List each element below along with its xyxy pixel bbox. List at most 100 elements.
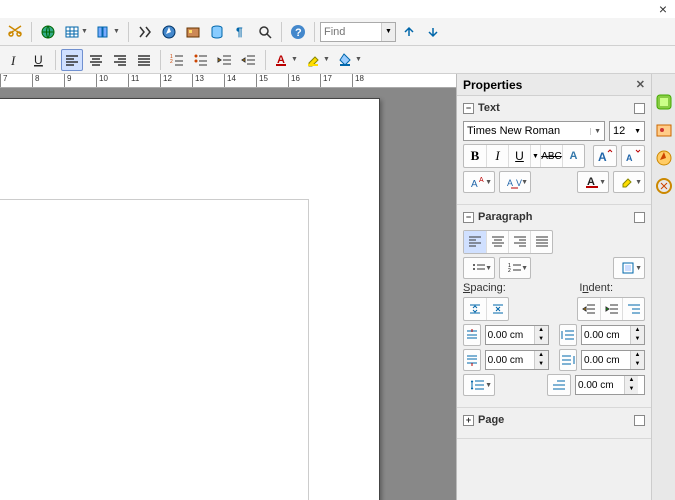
paragraph-collapse-icon[interactable]: −	[463, 212, 474, 223]
find-input[interactable]	[321, 23, 381, 41]
document-canvas[interactable]	[0, 88, 456, 500]
spin-up[interactable]: ▲	[535, 351, 548, 360]
spin-down[interactable]: ▼	[535, 360, 548, 369]
rail-gallery-icon[interactable]	[654, 120, 674, 140]
char-spacing-button[interactable]: AV▼	[499, 171, 531, 193]
para-align-justify[interactable]	[530, 231, 552, 253]
highlight-panel-button[interactable]: ▼	[613, 171, 645, 193]
above-spacing-icon[interactable]	[463, 324, 481, 346]
para-align-center[interactable]	[486, 231, 508, 253]
zoom-button[interactable]	[254, 21, 276, 43]
text-more-icon[interactable]	[634, 103, 645, 114]
para-align-left[interactable]	[464, 231, 486, 253]
left-indent-input[interactable]	[582, 330, 630, 341]
align-center-button[interactable]	[85, 49, 107, 71]
columns-button[interactable]: ▼	[93, 21, 123, 43]
text-section: −Text Times New Roman ▼ 12 ▼ B I U ▼	[457, 96, 651, 205]
right-indent-input[interactable]	[582, 355, 630, 366]
font-color-panel-button[interactable]: A▼	[577, 171, 609, 193]
align-right-button[interactable]	[109, 49, 131, 71]
rail-properties-icon[interactable]	[654, 92, 674, 112]
number-list-panel-button[interactable]: 12▼	[499, 257, 531, 279]
page[interactable]	[0, 98, 380, 500]
help-button[interactable]: ?	[287, 21, 309, 43]
underline-dropdown[interactable]: ▼	[530, 145, 540, 167]
above-spacing-input[interactable]	[486, 330, 534, 341]
globe-icon[interactable]	[37, 21, 59, 43]
right-indent-icon[interactable]	[559, 349, 577, 371]
line-spacing-button[interactable]: ▼	[463, 374, 495, 396]
bold-button[interactable]: B	[464, 145, 486, 167]
datasources-button[interactable]	[206, 21, 228, 43]
decrease-spacing-button[interactable]	[486, 298, 508, 320]
font-color-button[interactable]: A▼	[271, 49, 301, 71]
right-indent-field[interactable]: ▲▼	[581, 350, 645, 370]
background-color-button[interactable]: ▼	[335, 49, 365, 71]
font-size-combo[interactable]: 12 ▼	[609, 121, 645, 141]
below-spacing-input[interactable]	[486, 355, 534, 366]
page-more-icon[interactable]	[634, 415, 645, 426]
spin-up[interactable]: ▲	[631, 326, 644, 335]
firstline-indent-input[interactable]	[576, 380, 624, 391]
close-panel-icon[interactable]: ✕	[636, 78, 645, 91]
strikethrough-button[interactable]: ABC	[540, 145, 562, 167]
page-expand-icon[interactable]: +	[463, 415, 474, 426]
gallery-button[interactable]	[182, 21, 204, 43]
paragraph-more-icon[interactable]	[634, 212, 645, 223]
formatting-toolbar: I U 12 A▼ ▼ ▼	[0, 46, 675, 74]
spin-down[interactable]: ▼	[535, 335, 548, 344]
find-replace-button[interactable]	[134, 21, 156, 43]
italic-button-panel[interactable]: I	[486, 145, 508, 167]
spin-up[interactable]: ▲	[631, 351, 644, 360]
background-panel-button[interactable]: ▼	[613, 257, 645, 279]
spin-down[interactable]: ▼	[631, 335, 644, 344]
numbered-list-button[interactable]: 12	[166, 49, 188, 71]
spin-down[interactable]: ▼	[625, 385, 638, 394]
below-spacing-field[interactable]: ▲▼	[485, 350, 549, 370]
close-icon[interactable]: ×	[659, 1, 667, 17]
firstline-indent-icon[interactable]	[547, 374, 571, 396]
align-left-button[interactable]	[61, 49, 83, 71]
table-button[interactable]: ▼	[61, 21, 91, 43]
find-dropdown[interactable]: ▼	[381, 23, 395, 41]
indent-inc-dec-group	[577, 297, 645, 321]
find-next-button[interactable]	[422, 21, 444, 43]
above-spacing-field[interactable]: ▲▼	[485, 325, 549, 345]
svg-text:?: ?	[295, 27, 302, 39]
increase-indent-button[interactable]	[214, 49, 236, 71]
spin-up[interactable]: ▲	[535, 326, 548, 335]
para-align-right[interactable]	[508, 231, 530, 253]
shrink-font-button[interactable]: A	[621, 145, 645, 167]
align-justify-button[interactable]	[133, 49, 155, 71]
bullet-list-panel-button[interactable]: ▼	[463, 257, 495, 279]
firstline-indent-field[interactable]: ▲▼	[575, 375, 645, 395]
decrease-indent-panel[interactable]	[578, 298, 600, 320]
text-collapse-icon[interactable]: −	[463, 103, 474, 114]
font-name-combo[interactable]: Times New Roman ▼	[463, 121, 605, 141]
grow-font-button[interactable]: A	[593, 145, 617, 167]
rail-navigator-icon[interactable]	[654, 148, 674, 168]
rail-functions-icon[interactable]	[654, 176, 674, 196]
horizontal-ruler[interactable]: 789101112131415161718	[0, 74, 456, 88]
increase-indent-panel[interactable]	[600, 298, 622, 320]
nonprinting-chars-button[interactable]: ¶	[230, 21, 252, 43]
underline-button[interactable]: U	[28, 49, 50, 71]
increase-spacing-button[interactable]	[464, 298, 486, 320]
superscript-button[interactable]: AA▼	[463, 171, 495, 193]
navigator-button[interactable]	[158, 21, 180, 43]
spin-down[interactable]: ▼	[631, 360, 644, 369]
spin-up[interactable]: ▲	[625, 376, 638, 385]
cut-button[interactable]	[4, 21, 26, 43]
hanging-indent-button[interactable]	[622, 298, 644, 320]
highlight-color-button[interactable]: ▼	[303, 49, 333, 71]
left-indent-field[interactable]: ▲▼	[581, 325, 645, 345]
decrease-indent-button[interactable]	[238, 49, 260, 71]
italic-button[interactable]: I	[4, 49, 26, 71]
shadow-button[interactable]: A	[562, 145, 584, 167]
left-indent-icon[interactable]	[559, 324, 577, 346]
below-spacing-icon[interactable]	[463, 349, 481, 371]
paragraph-section-title: Paragraph	[478, 211, 532, 223]
find-prev-button[interactable]	[398, 21, 420, 43]
bullet-list-button[interactable]	[190, 49, 212, 71]
underline-button-panel[interactable]: U	[508, 145, 530, 167]
